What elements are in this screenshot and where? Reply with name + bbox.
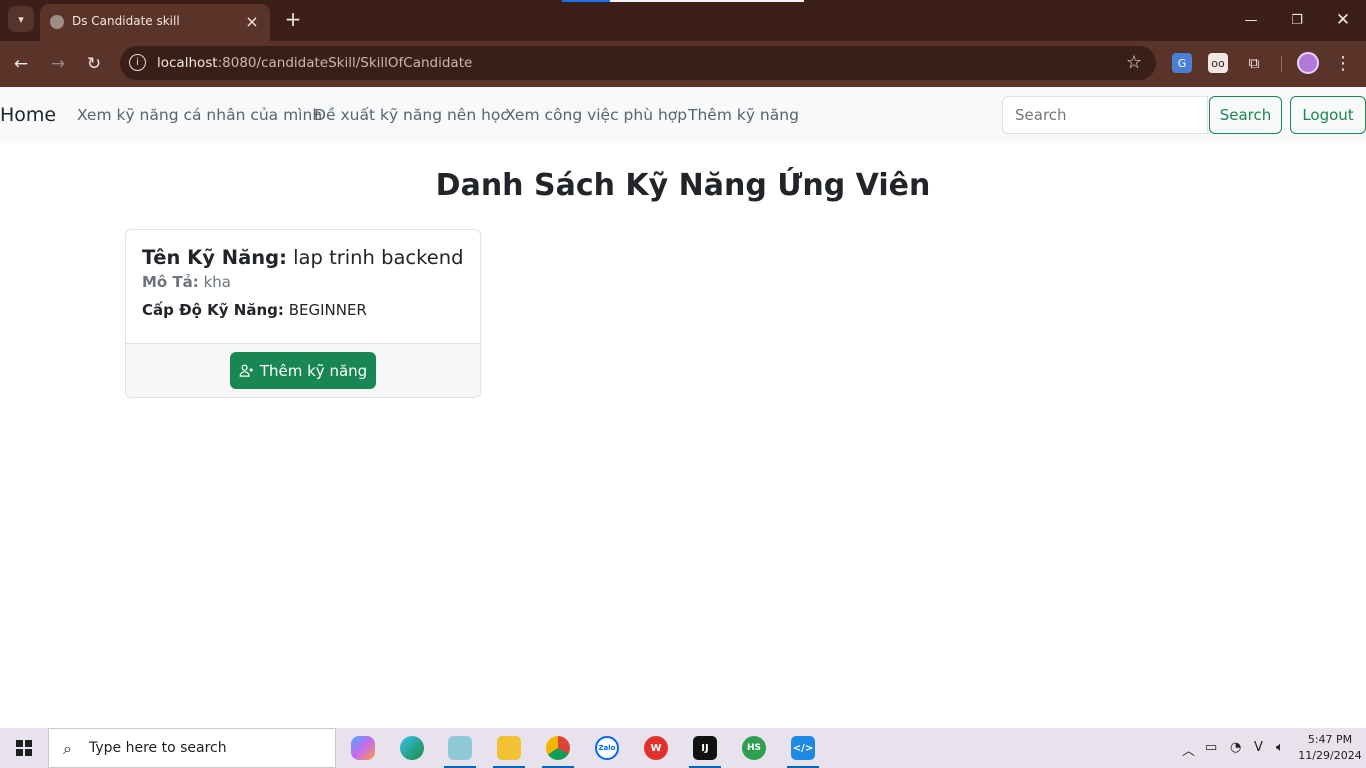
nav-link-matching-jobs[interactable]: Xem công việc phù hợp — [505, 106, 687, 124]
toolbar-separator — [1281, 56, 1282, 72]
copilot-app-icon[interactable] — [343, 734, 383, 768]
browser-toolbar: ← → ↻ i localhost:8080/candidateSkill/Sk… — [0, 41, 1366, 87]
search-button[interactable]: Search — [1209, 96, 1282, 134]
url-path: :8080/candidateSkill/SkillOfCandidate — [217, 55, 473, 71]
edge-app-icon[interactable] — [392, 734, 432, 768]
skill-level-label: Cấp Độ Kỹ Năng: — [142, 301, 284, 319]
wps-office-app-icon[interactable]: W — [636, 734, 676, 768]
skill-level-value: BEGINNER — [288, 301, 367, 319]
reload-icon[interactable]: ↻ — [81, 51, 107, 77]
address-bar[interactable]: i localhost:8080/candidateSkill/SkillOfC… — [120, 46, 1156, 80]
close-tab-icon[interactable]: × — [242, 11, 262, 31]
skill-description: Mô Tả: kha — [142, 273, 464, 291]
tab-search-dropdown-icon[interactable]: ▾ — [8, 6, 34, 32]
site-info-icon[interactable]: i — [129, 54, 146, 71]
incognito-extension-icon[interactable]: oo — [1208, 53, 1228, 73]
page-title: Danh Sách Kỹ Năng Ứng Viên — [435, 168, 931, 203]
bookmark-star-icon[interactable]: ☆ — [1126, 52, 1142, 73]
skill-card-footer: Thêm kỹ năng — [126, 343, 480, 397]
globe-icon — [50, 15, 64, 29]
windows-taskbar: ⌕ Type here to search Zalo W IJ HS </> ︿… — [0, 728, 1366, 768]
close-window-icon[interactable]: ✕ — [1331, 8, 1355, 32]
skill-card: Tên Kỹ Năng: lap trinh backend Mô Tả: kh… — [125, 229, 481, 398]
windows-start-icon[interactable] — [16, 740, 32, 756]
restore-window-icon[interactable]: ❐ — [1285, 8, 1309, 32]
intellij-app-icon[interactable]: IJ — [685, 734, 725, 768]
hs-app-icon[interactable]: HS — [734, 734, 774, 768]
battery-icon[interactable]: ▭ — [1205, 740, 1217, 755]
chrome-app-icon[interactable] — [538, 734, 578, 768]
navbar-brand-home[interactable]: Home — [0, 104, 56, 126]
back-icon[interactable]: ← — [8, 51, 34, 77]
file-explorer-app-icon[interactable] — [489, 734, 529, 768]
skill-level: Cấp Độ Kỹ Năng: BEGINNER — [142, 301, 464, 319]
vscode-app-icon[interactable]: </> — [783, 734, 823, 768]
new-tab-button[interactable]: + — [282, 7, 304, 31]
nav-link-personal-skills[interactable]: Xem kỹ năng cá nhân của mình — [77, 106, 322, 124]
url-text[interactable]: localhost:8080/candidateSkill/SkillOfCan… — [157, 55, 472, 71]
add-skill-button[interactable]: Thêm kỹ năng — [230, 352, 376, 389]
nav-link-add-skill[interactable]: Thêm kỹ năng — [688, 106, 799, 124]
search-input[interactable] — [1002, 96, 1208, 134]
profile-avatar-icon[interactable] — [1297, 52, 1319, 74]
person-plus-icon — [239, 364, 253, 377]
forward-icon[interactable]: → — [45, 51, 71, 77]
translate-extension-icon[interactable]: G — [1172, 53, 1192, 73]
browser-menu-icon[interactable]: ⋮ — [1333, 51, 1353, 75]
site-navbar: Home Xem kỹ năng cá nhân của mình Đề xuấ… — [0, 87, 1366, 143]
taskbar-clock[interactable]: 5:47 PM 11/29/2024 — [1298, 732, 1362, 764]
clock-time: 5:47 PM — [1307, 733, 1353, 746]
extensions-puzzle-icon[interactable]: ⧉ — [1244, 53, 1264, 73]
browser-tabbar: ▾ Ds Candidate skill × + — ❐ ✕ — [0, 0, 1366, 41]
skill-name-value: lap trinh backend — [293, 246, 464, 269]
tab-loading-indicator-accent — [562, 0, 610, 2]
taskbar-search-box[interactable]: ⌕ Type here to search — [48, 728, 336, 768]
input-method-icon[interactable]: V — [1254, 740, 1263, 755]
volume-icon[interactable]: 🔈︎ — [1276, 740, 1284, 755]
zalo-app-icon[interactable]: Zalo — [587, 734, 627, 768]
logout-button[interactable]: Logout — [1290, 96, 1366, 134]
add-skill-button-label: Thêm kỹ năng — [259, 361, 368, 380]
clock-date: 11/29/2024 — [1298, 749, 1362, 762]
skill-name-label: Tên Kỹ Năng: — [142, 246, 287, 269]
notepad-app-icon[interactable] — [440, 734, 480, 768]
minimize-window-icon[interactable]: — — [1239, 8, 1263, 32]
nav-link-suggested-skills[interactable]: Đề xuất kỹ năng nên học — [314, 106, 509, 124]
show-hidden-icons-chevron-icon[interactable]: ︿ — [1182, 740, 1195, 759]
tab-title: Ds Candidate skill — [72, 14, 180, 28]
skill-desc-value: kha — [203, 273, 231, 291]
skill-desc-label: Mô Tả: — [142, 273, 199, 291]
url-host: localhost — [157, 55, 218, 71]
wifi-icon[interactable]: ◔ — [1230, 740, 1241, 755]
skill-name: Tên Kỹ Năng: lap trinh backend — [142, 246, 464, 269]
skill-card-body: Tên Kỹ Năng: lap trinh backend Mô Tả: kh… — [126, 230, 480, 343]
search-icon: ⌕ — [63, 739, 72, 758]
taskbar-search-placeholder: Type here to search — [89, 740, 227, 756]
browser-tab-active[interactable]: Ds Candidate skill × — [40, 4, 270, 41]
